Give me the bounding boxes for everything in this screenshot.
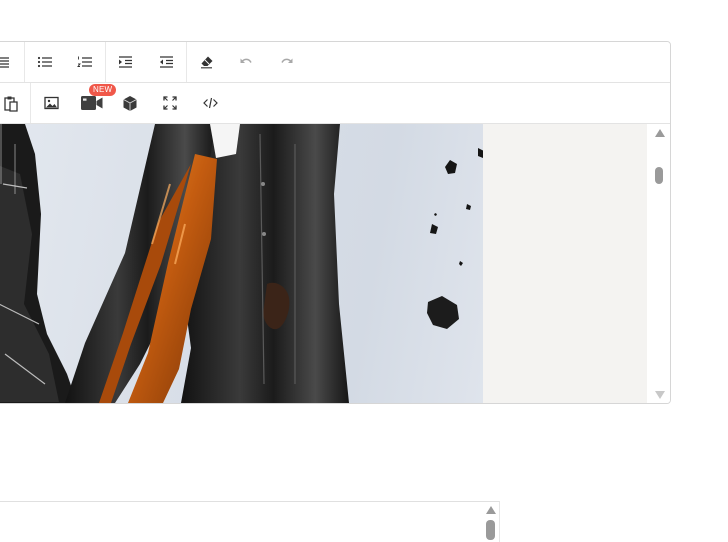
insert-3d-object-button[interactable] xyxy=(116,89,144,117)
fullscreen-icon xyxy=(163,96,177,110)
rich-text-editor: NEW xyxy=(0,41,671,404)
bulleted-list-button[interactable] xyxy=(31,48,59,76)
indent-icon xyxy=(118,56,132,68)
scrollbar-thumb[interactable] xyxy=(486,520,495,540)
align-justify-icon xyxy=(0,57,9,68)
indent-button[interactable] xyxy=(111,48,139,76)
undo-button[interactable] xyxy=(232,48,260,76)
fashion-photo xyxy=(0,124,483,403)
secondary-editor-box[interactable] xyxy=(0,501,500,542)
outdent-icon xyxy=(159,56,173,68)
source-code-button[interactable] xyxy=(196,89,224,117)
toolbar-separator xyxy=(24,42,25,82)
toolbar-row-formatting xyxy=(0,42,670,83)
scroll-up-arrow-icon[interactable] xyxy=(486,506,496,514)
scroll-up-arrow-icon[interactable] xyxy=(655,129,665,137)
fashion-photo-illustration xyxy=(0,124,483,403)
numbered-list-button[interactable] xyxy=(71,48,99,76)
paste-button[interactable] xyxy=(0,89,25,117)
toolbar-separator xyxy=(105,42,106,82)
editor-content-area[interactable] xyxy=(0,124,670,403)
align-justify-button[interactable] xyxy=(0,48,17,76)
video-camera-icon xyxy=(81,96,103,110)
toolbar-row-insert: NEW xyxy=(0,83,670,124)
toolbar-separator xyxy=(186,42,187,82)
undo-icon xyxy=(240,58,252,63)
eraser-icon xyxy=(201,56,213,69)
redo-icon xyxy=(281,58,293,63)
code-icon xyxy=(202,97,218,109)
editor-vertical-scrollbar[interactable] xyxy=(647,124,670,403)
image-icon xyxy=(43,96,59,110)
fullscreen-button[interactable] xyxy=(156,89,184,117)
scroll-down-arrow-icon[interactable] xyxy=(655,391,665,399)
insert-image-button[interactable] xyxy=(37,89,65,117)
clipboard-icon xyxy=(4,96,18,112)
cube-icon xyxy=(123,95,137,111)
bulleted-list-icon xyxy=(37,56,52,68)
new-feature-badge: NEW xyxy=(89,84,117,96)
toolbar-separator xyxy=(30,83,31,123)
clear-formatting-button[interactable] xyxy=(193,48,221,76)
redo-button[interactable] xyxy=(273,48,301,76)
numbered-list-icon xyxy=(77,56,92,67)
outdent-button[interactable] xyxy=(152,48,180,76)
scrollbar-thumb[interactable] xyxy=(655,167,663,184)
